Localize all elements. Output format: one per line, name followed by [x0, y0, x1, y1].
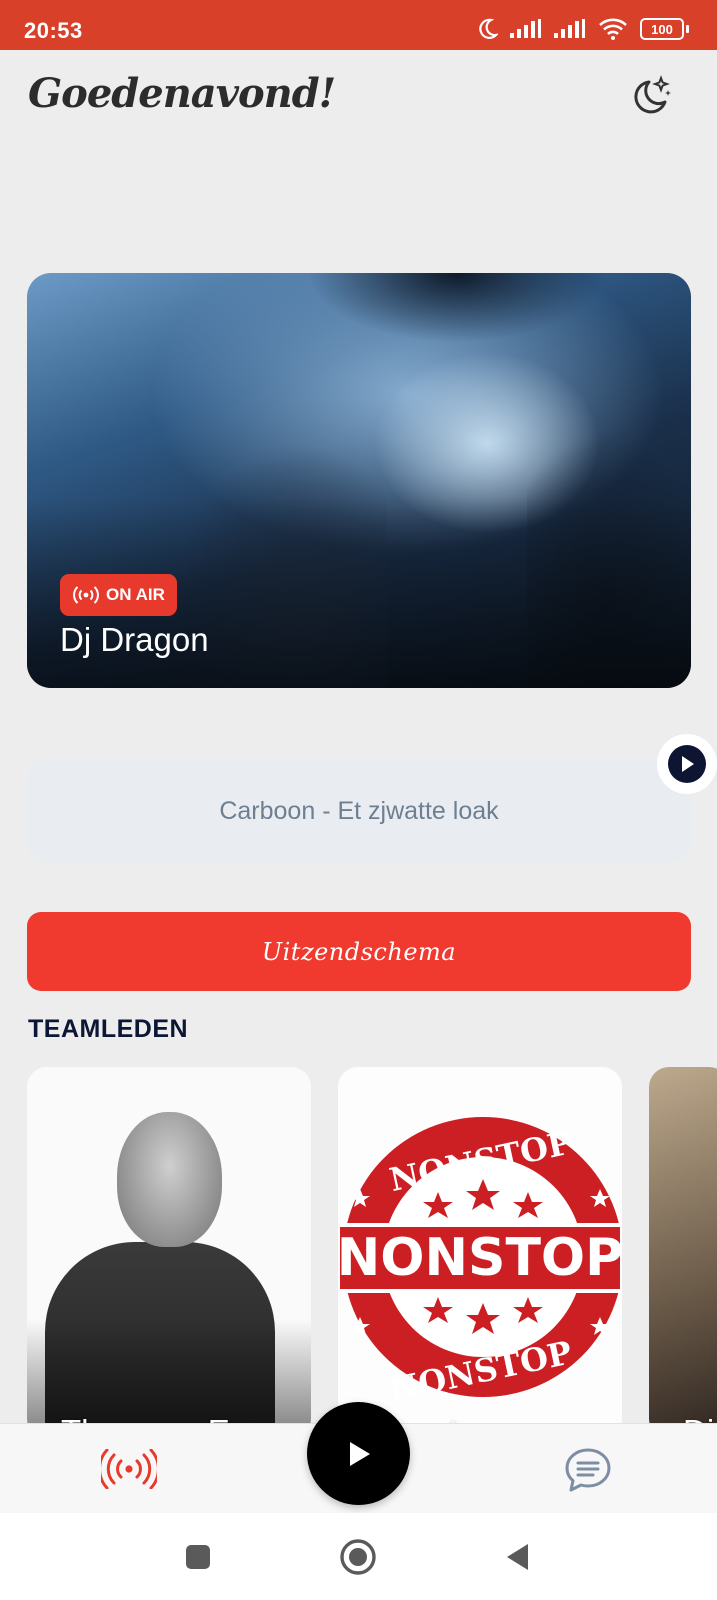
on-air-badge: ON AIR	[60, 574, 177, 616]
signal-icon	[510, 19, 541, 38]
back-button[interactable]	[496, 1535, 540, 1579]
moon-stars-icon	[634, 75, 671, 114]
nav-live-radio-button[interactable]	[101, 1446, 157, 1492]
team-section-title: TEAMLEDEN	[28, 1015, 189, 1043]
home-icon	[340, 1539, 376, 1575]
team-member-card[interactable]: Theo van Erp	[27, 1067, 311, 1439]
on-air-label: ON AIR	[106, 585, 165, 604]
signal-icon	[554, 19, 585, 38]
broadcast-icon	[101, 1449, 157, 1489]
recents-button[interactable]	[176, 1535, 220, 1579]
broadcast-icon	[73, 586, 99, 604]
status-time: 20:53	[24, 18, 83, 43]
greeting-title: Goedenavond!	[28, 70, 336, 117]
play-icon	[349, 1441, 370, 1466]
status-bar: 20:53 100	[0, 0, 717, 50]
back-icon	[507, 1544, 528, 1570]
home-button[interactable]	[336, 1535, 380, 1579]
nav-chat-button[interactable]	[562, 1445, 614, 1495]
team-member-photo	[649, 1067, 717, 1439]
schedule-button[interactable]: Uitzendschema	[27, 912, 691, 991]
track-play-button[interactable]	[657, 734, 717, 794]
chat-icon	[565, 1448, 611, 1492]
team-member-card[interactable]: Di	[649, 1067, 717, 1439]
nonstop-stamp-image: NONSTOP NONSTOP NONSTOP	[338, 1117, 622, 1409]
nonstop-badge-text: NONSTOP	[338, 1228, 622, 1288]
battery-icon: 100	[640, 18, 689, 40]
track-title: Carboon - Et zjwatte loak	[219, 796, 499, 825]
team-member-card[interactable]: NONSTOP NONSTOP NONSTOP Nonstop	[338, 1067, 622, 1439]
theme-toggle-button[interactable]	[625, 72, 675, 122]
wifi-icon	[599, 18, 627, 40]
now-on-air-card[interactable]: ON AIR Dj Dragon	[27, 273, 691, 688]
status-icons: 100	[478, 18, 689, 40]
dj-name: Dj Dragon	[60, 621, 209, 658]
recents-icon	[186, 1545, 210, 1569]
team-member-photo: NONSTOP NONSTOP NONSTOP	[338, 1067, 622, 1439]
now-playing-track: Carboon - Et zjwatte loak	[27, 760, 691, 862]
main-play-button[interactable]	[307, 1402, 410, 1505]
battery-level: 100	[640, 18, 684, 40]
moon-icon	[479, 18, 498, 39]
play-icon	[682, 756, 694, 772]
